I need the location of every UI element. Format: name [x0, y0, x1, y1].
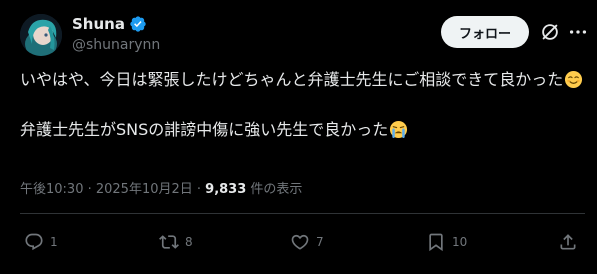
avatar[interactable] — [20, 14, 62, 56]
reply-button[interactable]: 1 — [24, 230, 58, 254]
post: Shuna @shunarynn フォロー いやはや、今日は緊張したけどちゃんと… — [0, 0, 597, 274]
divider — [20, 213, 585, 214]
repost-count: 8 — [185, 235, 193, 249]
like-button[interactable]: 7 — [290, 230, 324, 254]
post-line-2-text: 弁護士先生がSNSの誹謗中傷に強い先生で良かった — [20, 120, 389, 139]
bookmark-button[interactable]: 10 — [426, 230, 467, 254]
post-line-2: 弁護士先生がSNSの誹謗中傷に強い先生で良かった — [20, 117, 585, 143]
follow-button[interactable]: フォロー — [441, 16, 529, 48]
post-text: いやはや、今日は緊張したけどちゃんと弁護士先生にご相談できて良かった 弁護士先生… — [20, 67, 585, 143]
reply-count: 1 — [50, 235, 58, 249]
loudly-crying-face-emoji — [389, 120, 408, 139]
views-label: 件の表示 — [246, 182, 303, 197]
like-count: 7 — [316, 235, 324, 249]
bookmark-icon — [429, 233, 443, 252]
share-button[interactable] — [558, 230, 578, 254]
author-name-row: Shuna — [72, 15, 147, 33]
post-timestamp[interactable]: 午後10:30 · 2025年10月2日 · — [20, 182, 205, 197]
avatar-image — [20, 14, 62, 56]
repost-icon — [159, 235, 179, 249]
more-icon[interactable] — [567, 21, 589, 43]
post-line-1-text: いやはや、今日は緊張したけどちゃんと弁護士先生にご相談できて良かった — [20, 70, 564, 89]
post-meta: 午後10:30 · 2025年10月2日 · 9,833 件の表示 — [20, 181, 302, 199]
action-bar: 1 8 7 10 — [20, 230, 585, 254]
post-line-1: いやはや、今日は緊張したけどちゃんと弁護士先生にご相談できて良かった — [20, 67, 585, 93]
share-icon — [560, 234, 576, 250]
author-handle[interactable]: @shunarynn — [72, 36, 160, 54]
verified-badge-icon — [129, 15, 147, 33]
grok-icon[interactable] — [539, 21, 561, 43]
relieved-face-emoji — [564, 70, 583, 89]
reply-icon — [25, 233, 43, 251]
bookmark-count: 10 — [452, 235, 468, 249]
views-count: 9,833 — [205, 182, 247, 197]
display-name[interactable]: Shuna — [72, 15, 125, 33]
heart-icon — [291, 234, 309, 250]
repost-button[interactable]: 8 — [159, 230, 193, 254]
